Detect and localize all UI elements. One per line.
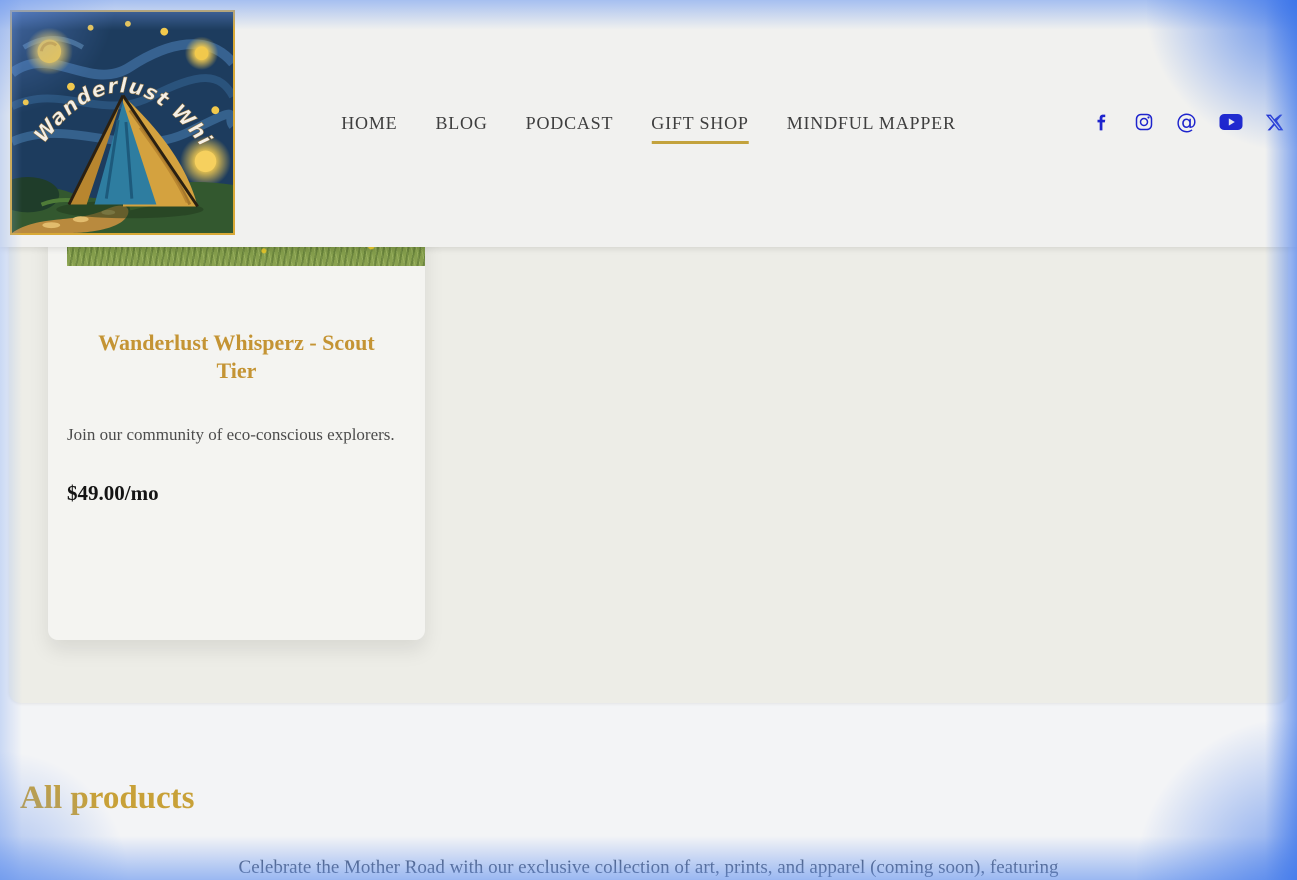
nav-blog[interactable]: BLOG xyxy=(435,113,487,144)
products-intro-text: Celebrate the Mother Road with our exclu… xyxy=(0,857,1297,879)
social-links: @ xyxy=(1092,112,1284,132)
site-header: Wanderlust Whisperz HOME BLOG PODCAST GI… xyxy=(0,0,1297,247)
nav-home[interactable]: HOME xyxy=(341,113,397,144)
logo-image: Wanderlust Whisperz xyxy=(12,12,233,233)
nav-podcast[interactable]: PODCAST xyxy=(526,113,614,144)
product-price: $49.00/mo xyxy=(67,481,401,506)
product-title: Wanderlust Whisperz - Scout Tier xyxy=(82,329,391,384)
instagram-icon[interactable] xyxy=(1134,112,1154,132)
youtube-icon[interactable] xyxy=(1219,113,1243,131)
nav-gift-shop[interactable]: GIFT SHOP xyxy=(651,113,748,144)
site-logo[interactable]: Wanderlust Whisperz xyxy=(10,10,235,235)
threads-icon[interactable]: @ xyxy=(1176,112,1197,132)
all-products-heading: All products xyxy=(20,780,195,817)
x-icon[interactable] xyxy=(1265,113,1284,132)
nav-mindful-mapper[interactable]: MINDFUL MAPPER xyxy=(787,113,956,144)
product-description: Join our community of eco-conscious expl… xyxy=(67,421,401,448)
facebook-icon[interactable] xyxy=(1092,112,1112,132)
main-navigation: HOME BLOG PODCAST GIFT SHOP MINDFUL MAPP… xyxy=(341,113,956,144)
